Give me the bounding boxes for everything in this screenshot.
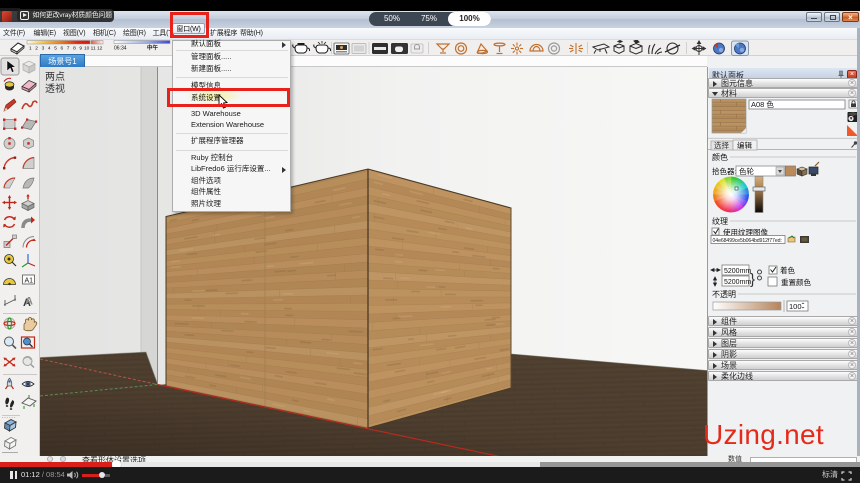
svg-text:选择: 选择	[714, 140, 729, 150]
svg-text:两点: 两点	[45, 71, 65, 83]
svg-text:着色: 着色	[780, 265, 795, 275]
svg-text:A: A	[25, 296, 33, 308]
svg-text:100: 100	[789, 302, 802, 311]
svg-text:颜色: 颜色	[712, 152, 728, 162]
svg-text:色轮: 色轮	[739, 166, 754, 176]
svg-text:1 2 3 4 5 6 7 8 9: 1 2 3 4 5 6 7 8 9	[29, 46, 83, 52]
svg-text:中午: 中午	[147, 44, 159, 52]
svg-text:}: }	[750, 271, 755, 288]
svg-text:编辑: 编辑	[737, 140, 752, 150]
svg-text:纹理: 纹理	[712, 216, 728, 226]
svg-text:5200mm: 5200mm	[724, 279, 751, 286]
svg-text:拾色器:: 拾色器:	[712, 166, 737, 176]
svg-text:06:34: 06:34	[114, 46, 127, 52]
svg-text:A1: A1	[25, 278, 34, 285]
svg-text:重置颜色: 重置颜色	[781, 277, 811, 287]
svg-text:不透明: 不透明	[712, 290, 736, 299]
svg-text:04e68499ce5b064bd912f77ed:: 04e68499ce5b064bd912f77ed:	[713, 238, 782, 244]
svg-text:5200mm: 5200mm	[724, 268, 751, 275]
svg-text:A08 色: A08 色	[751, 99, 774, 109]
svg-text:10 11 12: 10 11 12	[84, 46, 103, 52]
svg-text:透视: 透视	[45, 82, 65, 95]
